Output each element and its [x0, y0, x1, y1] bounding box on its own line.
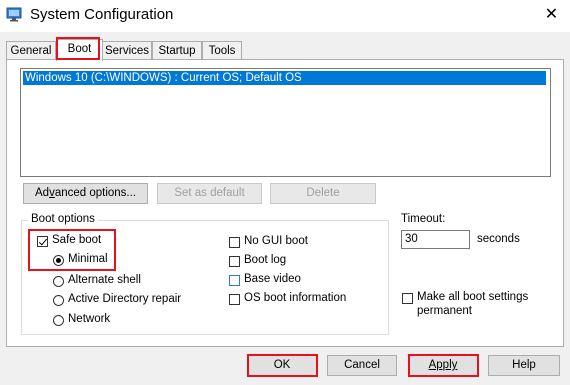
boot-options-legend: Boot options [28, 213, 98, 225]
tab-startup[interactable]: Startup [152, 41, 202, 60]
close-button[interactable]: ✕ [533, 0, 570, 32]
apply-button[interactable]: Apply [408, 355, 478, 376]
no-gui-boot-checkbox[interactable] [229, 237, 240, 248]
timeout-unit: seconds [477, 233, 520, 245]
tab-services[interactable]: Services [102, 41, 152, 60]
ok-button[interactable]: OK [247, 355, 317, 376]
window-title: System Configuration [30, 6, 174, 23]
os-boot-information-label: OS boot information [244, 292, 347, 304]
timeout-input[interactable]: 30 [401, 230, 470, 249]
advanced-options-label-start: Ad [34, 187, 50, 199]
network-label: Network [68, 313, 111, 325]
apply-label: Apply [428, 359, 458, 371]
no-gui-boot-label: No GUI boot [244, 235, 308, 247]
minimal-radio[interactable] [53, 255, 64, 266]
active-directory-repair-label: Active Directory repair [68, 293, 182, 305]
boot-log-checkbox[interactable] [229, 256, 240, 267]
tab-tools[interactable]: Tools [202, 41, 242, 60]
tab-general[interactable]: General [6, 41, 56, 60]
set-as-default-button[interactable]: Set as default [157, 183, 262, 204]
make-permanent-label-line2: permanent [417, 305, 472, 317]
os-boot-information-checkbox[interactable] [229, 294, 240, 305]
timeout-label: Timeout: [401, 213, 446, 225]
tab-boot[interactable]: Boot [56, 39, 103, 61]
make-permanent-checkbox[interactable] [402, 293, 413, 304]
os-list[interactable]: Windows 10 (C:\WINDOWS) : Current OS; De… [20, 68, 551, 177]
network-radio[interactable] [53, 315, 64, 326]
system-config-icon [6, 7, 22, 22]
base-video-label: Base video [244, 273, 301, 285]
delete-button[interactable]: Delete [270, 183, 376, 204]
cancel-button[interactable]: Cancel [327, 355, 397, 376]
alternate-shell-radio[interactable] [53, 276, 64, 287]
minimal-label: Minimal [68, 253, 108, 265]
advanced-options-label-end: anced options... [54, 187, 137, 199]
close-icon: ✕ [544, 6, 559, 23]
safe-boot-label: Safe boot [52, 234, 102, 246]
advanced-options-button[interactable]: Advanced options... [23, 183, 148, 204]
active-directory-repair-radio[interactable] [53, 295, 64, 306]
boot-log-label: Boot log [244, 254, 287, 266]
safe-boot-checkbox[interactable] [37, 236, 48, 247]
alternate-shell-label: Alternate shell [68, 274, 141, 286]
tab-strip: General Boot Services Startup Tools [6, 39, 546, 61]
os-list-item[interactable]: Windows 10 (C:\WINDOWS) : Current OS; De… [23, 71, 546, 85]
base-video-checkbox[interactable] [229, 275, 240, 286]
make-permanent-label-line1: Make all boot settings [417, 291, 529, 303]
help-button[interactable]: Help [488, 355, 560, 376]
